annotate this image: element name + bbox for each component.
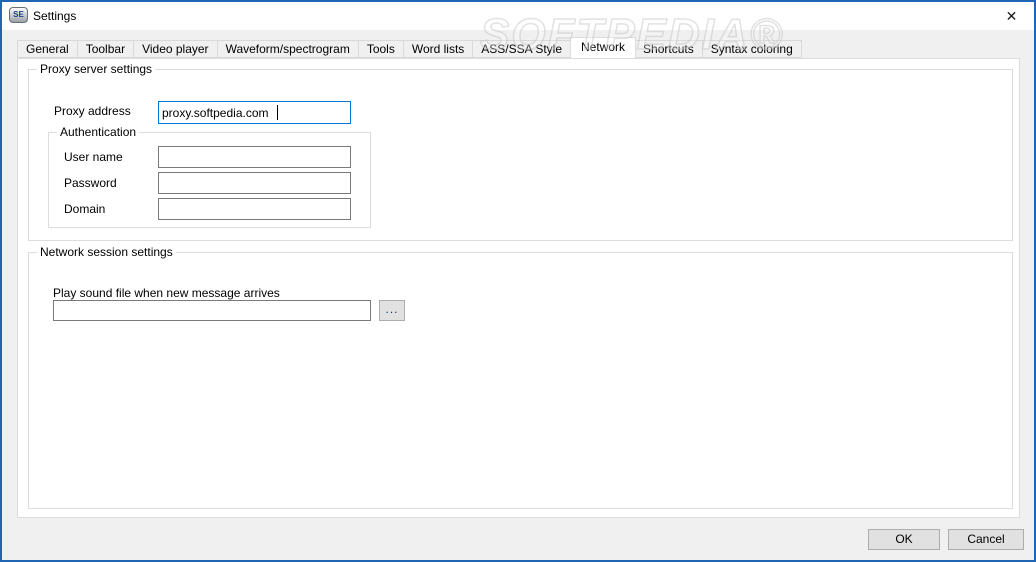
- sound-file-input[interactable]: [53, 300, 371, 321]
- user-name-label: User name: [64, 150, 123, 164]
- tab-shortcuts[interactable]: Shortcuts: [635, 40, 703, 58]
- settings-window: SE Settings ✕ SOFTPEDIA® General Toolbar…: [0, 0, 1036, 562]
- tab-video-player[interactable]: Video player: [134, 40, 218, 58]
- ok-button[interactable]: OK: [868, 529, 940, 550]
- tab-syntax-coloring[interactable]: Syntax coloring: [702, 40, 802, 58]
- tab-word-lists[interactable]: Word lists: [403, 40, 474, 58]
- network-tab-page: Proxy server settings Proxy address Auth…: [17, 58, 1020, 518]
- tab-general[interactable]: General: [17, 40, 78, 58]
- title-bar: SE Settings ✕: [2, 2, 1034, 30]
- proxy-group-title: Proxy server settings: [37, 62, 156, 76]
- tab-toolbar[interactable]: Toolbar: [77, 40, 135, 58]
- tab-waveform-spectrogram[interactable]: Waveform/spectrogram: [217, 40, 359, 58]
- play-sound-file-label: Play sound file when new message arrives: [53, 286, 280, 300]
- proxy-address-input[interactable]: [158, 101, 351, 124]
- tab-ass-ssa-style[interactable]: ASS/SSA Style: [473, 40, 572, 58]
- text-caret: [277, 105, 278, 120]
- browse-sound-file-button[interactable]: ...: [379, 300, 405, 321]
- app-icon: SE: [9, 7, 28, 23]
- domain-input[interactable]: [158, 198, 351, 220]
- window-title: Settings: [33, 9, 77, 23]
- close-icon: ✕: [1005, 8, 1018, 24]
- cancel-button[interactable]: Cancel: [948, 529, 1024, 550]
- tab-network[interactable]: Network: [570, 37, 637, 58]
- password-label: Password: [64, 176, 117, 190]
- authentication-group-title: Authentication: [57, 125, 140, 139]
- tab-strip: General Toolbar Video player Waveform/sp…: [17, 37, 802, 58]
- close-button[interactable]: ✕: [989, 2, 1034, 30]
- password-input[interactable]: [158, 172, 351, 194]
- tab-tools[interactable]: Tools: [358, 40, 404, 58]
- domain-label: Domain: [64, 202, 106, 216]
- proxy-address-label: Proxy address: [54, 104, 131, 118]
- session-group-title: Network session settings: [37, 245, 176, 259]
- user-name-input[interactable]: [158, 146, 351, 168]
